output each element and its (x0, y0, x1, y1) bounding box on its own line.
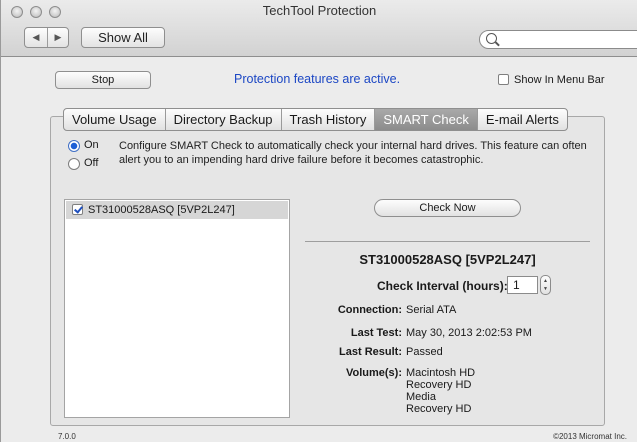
show-all-button[interactable]: Show All (81, 27, 165, 48)
tab-volume-usage[interactable]: Volume Usage (64, 109, 166, 130)
connection-value: Serial ATA (406, 304, 457, 316)
check-now-button[interactable]: Check Now (374, 199, 521, 217)
tab-email-alerts[interactable]: E-mail Alerts (478, 109, 567, 130)
check-interval-input[interactable]: 1 (507, 276, 538, 294)
check-interval-stepper[interactable]: ▲ ▼ (540, 275, 551, 295)
last-test-label: Last Test: (350, 327, 402, 339)
smart-description: Configure SMART Check to automatically c… (119, 140, 587, 166)
stepper-down-icon[interactable]: ▼ (543, 287, 548, 292)
forward-button[interactable]: ▶ (47, 28, 69, 47)
search-icon (486, 33, 497, 44)
volume-item: Macintosh HD (406, 367, 476, 379)
checkbox-icon[interactable] (498, 74, 509, 85)
last-result-value: Passed (406, 346, 443, 358)
tab-smart-check[interactable]: SMART Check (375, 109, 478, 130)
volume-item: Recovery HD (406, 403, 472, 415)
volume-item: Recovery HD (406, 379, 472, 391)
check-interval-label: Check Interval (hours): (377, 279, 508, 293)
show-in-menu-bar-checkbox[interactable]: Show In Menu Bar (498, 74, 605, 86)
tab-bar: Volume Usage Directory Backup Trash Hist… (63, 108, 568, 131)
stepper-up-icon[interactable]: ▲ (543, 279, 548, 284)
window-title: TechTool Protection (262, 3, 377, 18)
list-item[interactable]: ST31000528ASQ [5VP2L247] (66, 201, 288, 219)
search-input[interactable] (479, 30, 637, 49)
last-result-label: Last Result: (339, 346, 402, 358)
stop-button[interactable]: Stop (55, 71, 151, 89)
on-radio[interactable] (68, 140, 80, 152)
drive-name: ST31000528ASQ [5VP2L247] (88, 204, 235, 216)
tab-directory-backup[interactable]: Directory Backup (166, 109, 282, 130)
off-radio[interactable] (68, 158, 80, 170)
off-radio-label: Off (84, 157, 99, 169)
tab-trash-history[interactable]: Trash History (282, 109, 376, 130)
volume-item: Media (406, 391, 436, 403)
on-radio-label: On (84, 139, 99, 151)
drive-detail-title: ST31000528ASQ [5VP2L247] (359, 252, 536, 267)
back-button[interactable]: ◀ (25, 28, 48, 47)
volume-list: Macintosh HD Recovery HD Media Recovery … (406, 367, 475, 415)
drive-list[interactable]: ST31000528ASQ [5VP2L247] (64, 199, 290, 418)
window: TechTool Protection ◀ ▶ Show All Stop Pr… (0, 0, 637, 442)
connection-label: Connection: (337, 304, 402, 316)
version-label: 7.0.0 (58, 432, 76, 441)
last-test-value: May 30, 2013 2:02:53 PM (406, 327, 532, 339)
toolbar: TechTool Protection ◀ ▶ Show All (1, 0, 637, 57)
volumes-label: Volume(s): (345, 367, 402, 379)
drive-checkbox[interactable] (72, 204, 83, 215)
show-in-menu-bar-label: Show In Menu Bar (514, 74, 605, 86)
copyright-label: ©2013 Micromat Inc. (553, 432, 627, 441)
divider (305, 241, 590, 242)
nav-buttons: ◀ ▶ (24, 27, 69, 48)
protection-status: Protection features are active. (234, 72, 401, 86)
